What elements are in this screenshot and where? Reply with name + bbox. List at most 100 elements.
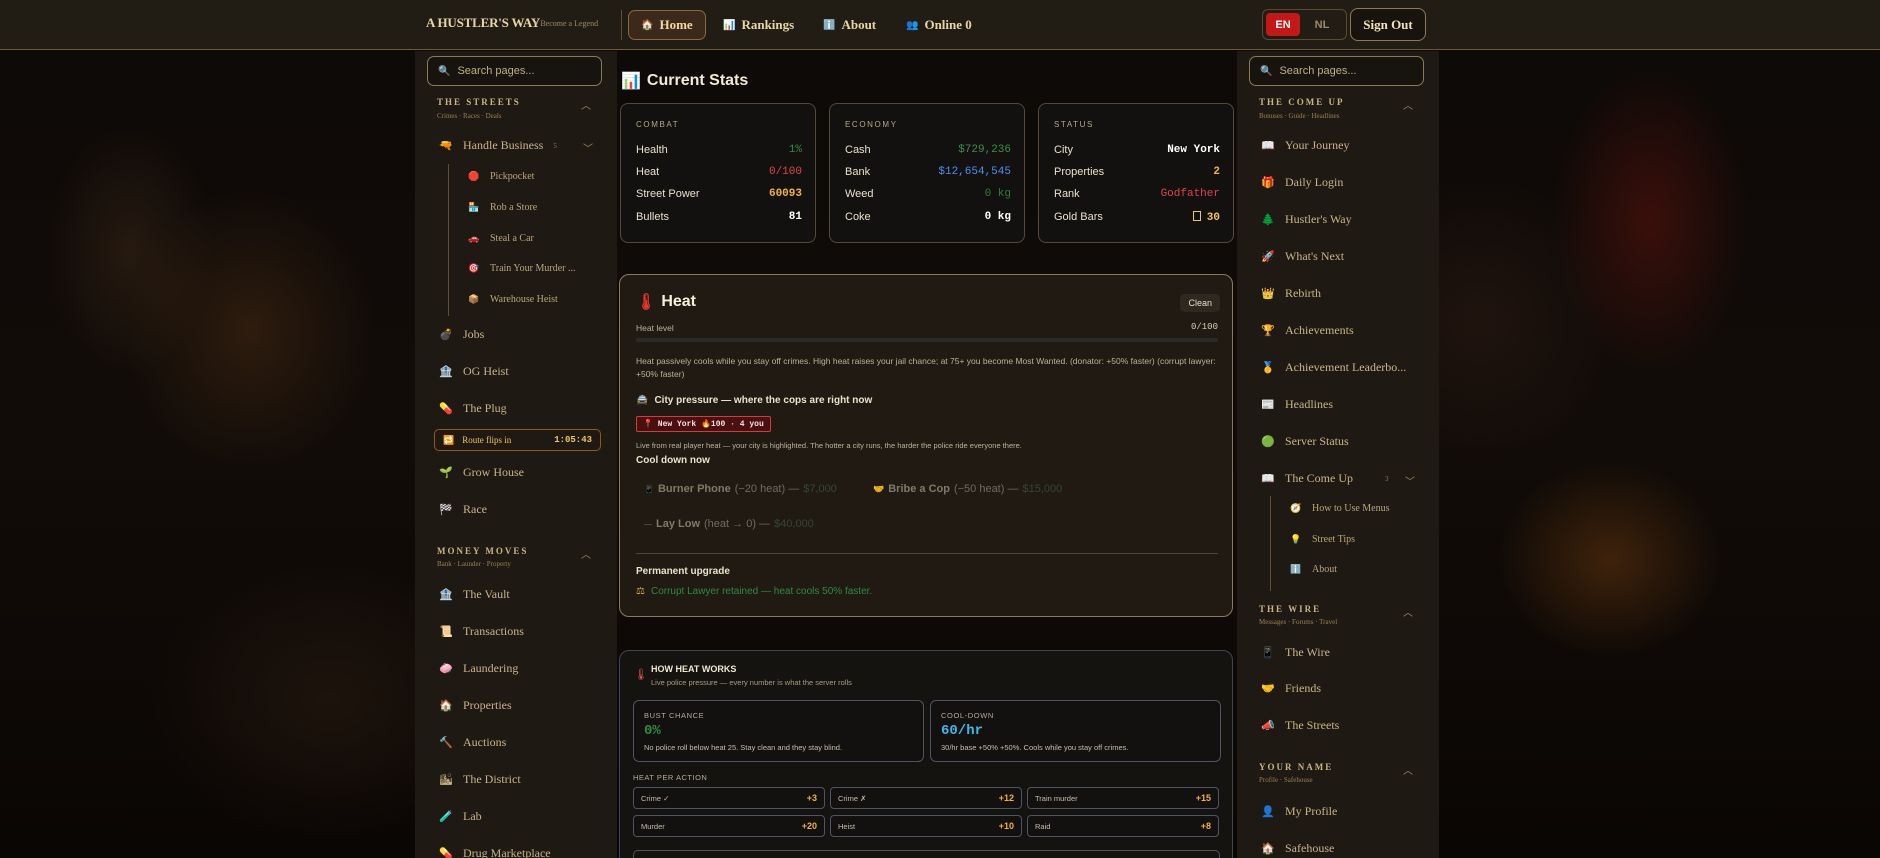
sidebar-item-hustlers-way[interactable]: 🌲 Hustler's Way <box>1261 212 1352 227</box>
sidebar-item-the-wire[interactable]: 📱 The Wire <box>1261 645 1330 660</box>
hammer-icon: 🔨 <box>439 737 453 749</box>
lawyer-icon: ⚖ <box>636 586 645 597</box>
collapse-icon[interactable]: ︿ <box>581 546 591 561</box>
right-sidebar: 🔍 Search pages... THE COME UP Bonuses · G… <box>1237 51 1439 858</box>
collapse-icon[interactable]: ︿ <box>1403 762 1413 777</box>
section-title-your-name[interactable]: YOUR NAME <box>1259 762 1333 772</box>
stat-value: 81 <box>788 211 802 223</box>
sidebar-sub-street-tips[interactable]: 💡 Street Tips <box>1290 534 1355 545</box>
sidebar-item-properties[interactable]: 🏠 Properties <box>439 698 512 713</box>
site-logo[interactable]: A HUSTLER'S WAY <box>426 15 540 31</box>
sidebar-sub-steal-car[interactable]: 🚗 Steal a Car <box>468 233 534 244</box>
heat-level-bar <box>636 338 1218 342</box>
sidebar-item-jobs[interactable]: 💣 Jobs <box>439 327 484 342</box>
sidebar-item-grow-house[interactable]: 🌱 Grow House <box>439 465 524 480</box>
sidebar-item-your-journey[interactable]: 📖 Your Journey <box>1261 138 1349 153</box>
right-search-input[interactable]: 🔍 Search pages... <box>1249 56 1424 86</box>
item-label: What's Next <box>1285 249 1345 263</box>
lang-nl-button[interactable]: NL <box>1306 19 1338 31</box>
cd-label: COOL-DOWN <box>941 711 994 720</box>
sidebar-sub-train-murder[interactable]: 🎯 Train Your Murder ... <box>468 263 575 274</box>
sidebar-item-headlines[interactable]: 📰 Headlines <box>1261 397 1333 412</box>
sidebar-sub-how-to-use-menus[interactable]: 🧭 How to Use Menus <box>1290 503 1389 514</box>
left-search-input[interactable]: 🔍 Search pages... <box>427 56 602 86</box>
sidebar-item-drug-marketplace[interactable]: 💊 Drug Marketplace <box>439 846 551 858</box>
sidebar-sub-rob-store[interactable]: 🏪 Rob a Store <box>468 202 537 213</box>
btn-name: Bribe a Cop <box>888 483 950 495</box>
sub-label: Rob a Store <box>490 202 538 213</box>
item-label: Safehouse <box>1285 841 1335 855</box>
sidebar-item-race[interactable]: 🏁 Race <box>439 502 487 517</box>
chevron-down-icon[interactable]: ﹀ <box>583 140 593 155</box>
sidebar-item-laundering[interactable]: 🧼 Laundering <box>439 661 518 676</box>
sidebar-item-handle-business[interactable]: 🔫 Handle Business 5 <box>439 138 557 153</box>
cool-down-box: COOL-DOWN 60/hr 30/hr base +50% +50%. Co… <box>930 700 1221 762</box>
section-title-come-up[interactable]: THE COME UP <box>1259 97 1345 107</box>
bribe-cop-button[interactable]: 🤝 Bribe a Cop (−50 heat) — $15,000 <box>873 478 1062 500</box>
sidebar-sub-warehouse-heist[interactable]: 📦 Warehouse Heist <box>468 294 557 305</box>
sidebar-item-server-status[interactable]: 🟢 Server Status <box>1261 434 1349 449</box>
sidebar-item-friends[interactable]: 🤝 Friends <box>1261 681 1321 696</box>
sign-out-button[interactable]: Sign Out <box>1350 8 1426 41</box>
sidebar-item-achievements[interactable]: 🏆 Achievements <box>1261 323 1354 338</box>
green-dot-icon: 🟢 <box>1261 436 1275 448</box>
pill-icon: 💊 <box>439 403 453 415</box>
sidebar-item-district[interactable]: 🏙 The District <box>439 772 521 787</box>
lang-en-button[interactable]: EN <box>1266 13 1300 36</box>
sidebar-item-whats-next[interactable]: 🚀 What's Next <box>1261 249 1344 264</box>
sidebar-item-lab[interactable]: 🧪 Lab <box>439 809 482 824</box>
soap-icon: 🧼 <box>439 663 453 675</box>
heat-panel: 🌡 Heat Clean Heat level 0/100 Heat passiv… <box>619 274 1233 617</box>
cooldown-heading: Cool down now <box>636 455 710 466</box>
item-label: Jobs <box>463 327 485 341</box>
collapse-icon[interactable]: ︿ <box>1403 604 1413 619</box>
sidebar-item-achievement-leaderboard[interactable]: 🥇 Achievement Leaderbo... <box>1261 360 1406 375</box>
sidebar-sub-pickpocket[interactable]: 🛑 Pickpocket <box>468 171 534 182</box>
sidebar-item-daily-login[interactable]: 🎁 Daily Login <box>1261 175 1343 190</box>
sidebar-sub-about[interactable]: ℹ️ About <box>1290 564 1337 575</box>
section-title-wire[interactable]: THE WIRE <box>1259 604 1321 614</box>
stat-label: Heat <box>636 166 660 178</box>
sidebar-item-og-heist[interactable]: 🏦 OG Heist <box>439 364 509 379</box>
section-sub-money: Bank · Launder · Property <box>437 560 511 568</box>
section-title-money[interactable]: MONEY MOVES <box>437 546 528 556</box>
burner-phone-button[interactable]: 📱 Burner Phone (−20 heat) — $7,000 <box>644 478 837 500</box>
nav-rankings[interactable]: 📊 Rankings <box>711 10 806 40</box>
sidebar-item-auctions[interactable]: 🔨 Auctions <box>439 735 506 750</box>
lay-low-button[interactable]: — Lay Low (heat → 0) — $40,000 <box>644 513 814 535</box>
how-subtitle: Live police pressure — every number is w… <box>651 678 852 687</box>
how-title: HOW HEAT WORKS <box>651 664 737 674</box>
sidebar-item-the-streets[interactable]: 📣 The Streets <box>1261 718 1339 733</box>
page-title-text: Current Stats <box>646 72 749 89</box>
item-label: Daily Login <box>1285 175 1344 189</box>
nav-about[interactable]: ℹ️ About <box>811 10 888 40</box>
stat-label: Bullets <box>636 211 670 223</box>
stat-value: 30 <box>1206 212 1220 224</box>
sidebar-item-vault[interactable]: 🏦 The Vault <box>439 587 510 602</box>
item-count: 5 <box>553 141 557 150</box>
sidebar-item-safehouse[interactable]: 🏠 Safehouse <box>1261 841 1334 856</box>
stat-label: Health <box>636 144 668 156</box>
sidebar-item-my-profile[interactable]: 👤 My Profile <box>1261 804 1337 819</box>
cd-value: 60/hr <box>941 723 984 739</box>
sidebar-item-the-plug[interactable]: 💊 The Plug <box>439 401 507 416</box>
bust-desc: No police roll below heat 25. Stay clean… <box>644 743 843 752</box>
collapse-icon[interactable]: ︿ <box>581 97 591 112</box>
nav-home[interactable]: 🏠 Home <box>628 10 706 40</box>
item-label: Race <box>463 502 487 516</box>
sidebar-item-rebirth[interactable]: 👑 Rebirth <box>1261 286 1321 301</box>
thermometer-icon: 🌡 <box>634 669 648 681</box>
section-title-streets[interactable]: THE STREETS <box>437 97 521 107</box>
route-time: 1:05:43 <box>554 435 592 445</box>
sub-label: Steal a Car <box>490 233 534 244</box>
sidebar-item-the-come-up[interactable]: 📖 The Come Up 3 <box>1261 471 1388 486</box>
combat-card: COMBAT Health 1% Heat 0/100 Street Power 60… <box>620 103 816 243</box>
stat-label: Gold Bars <box>1054 211 1103 223</box>
sidebar-item-transactions[interactable]: 📜 Transactions <box>439 624 524 639</box>
book-icon: 📖 <box>1261 473 1275 485</box>
chevron-down-icon[interactable]: ﹀ <box>1405 473 1415 488</box>
collapse-icon[interactable]: ︿ <box>1403 97 1413 112</box>
nav-online[interactable]: 👥 Online 0 <box>894 10 984 40</box>
city-pressure-badge[interactable]: 📍 New York 🔥100 · 4 you <box>636 416 771 432</box>
stat-value: New York <box>1167 144 1220 156</box>
